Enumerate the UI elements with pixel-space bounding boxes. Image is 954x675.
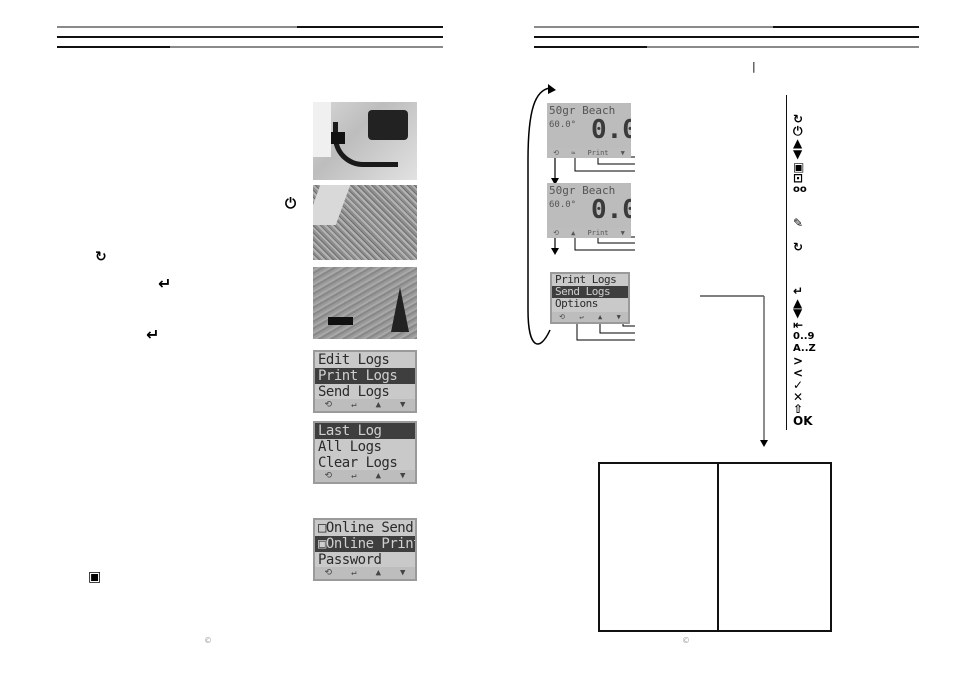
device-power-photo [313,185,417,260]
callout-3b [599,323,635,334]
enter-softkey-icon[interactable]: ↵ [351,567,356,579]
key-black [328,317,353,325]
header-rule-bottom-right [647,46,919,48]
softkey-bar: ⟲ ≈ Print ▼ [547,148,631,158]
lcd-logs-menu: Edit Logs Print Logs Send Logs ⟲ ↵ ▲ ▼ [313,350,417,413]
menu-item-send-logs[interactable]: Send Logs [315,384,415,400]
menu-softkey-icon[interactable]: ≈ [571,148,575,158]
ok-icon: OK [793,414,813,428]
down-arrow-icon: ▼ [793,147,803,161]
usb-adapter-photo [313,102,417,180]
menu-item-password[interactable]: Password [315,552,415,568]
enter-icon: ↵ [158,274,172,293]
header-rule-top-left [534,26,773,28]
softkey-bar: ⟲ ↵ ▲ ▼ [315,567,415,579]
down-softkey-icon[interactable]: ▼ [400,470,405,482]
device-edge [313,102,331,157]
down-softkey-icon[interactable]: ▼ [621,228,625,238]
hold-icon: ⊡ [793,171,804,185]
header-rule-top-right [773,26,919,28]
menu-item-online-send[interactable]: □Online Send [315,520,415,536]
print-softkey[interactable]: Print [587,228,608,238]
lcd-home-screen: 50gr Beach 60.0° 0.0 ⟲ ≈ Print ▼ [547,103,631,158]
lcd-reading: 0.0 [591,195,631,225]
copyright-mark: © [682,636,690,645]
menu-item-clear-logs[interactable]: Clear Logs [315,455,415,471]
numeric-icon: 0..9 [793,331,815,342]
device-keypad-photo [313,267,417,339]
photo-highlight [313,185,351,225]
lcd-print-logs-menu: Last Log All Logs Clear Logs ⟲ ↵ ▲ ▼ [313,421,417,484]
softkey-bar: ⟲ ▲ Print ▼ [547,228,631,238]
connector-arrowhead [760,440,768,447]
up-softkey-icon[interactable]: ▲ [571,228,575,238]
header-rule-middle [534,36,919,38]
up-softkey-icon[interactable]: ▲ [376,567,381,579]
copyright-mark: © [204,636,212,645]
adapter-plug [331,132,345,144]
back-icon: ↻ [95,249,107,265]
menu-item-print-logs[interactable]: Print Logs [315,368,415,384]
enter-softkey-icon[interactable]: ↵ [351,470,356,482]
backspace-icon: ⇤ [793,318,804,332]
enter-softkey-icon[interactable]: ↵ [579,312,583,322]
header-rule-top-left [57,26,297,28]
key-triangle [391,287,409,332]
header-rule-middle [57,36,443,38]
header-rule-top-right [297,26,443,28]
back-icon: ↻ [793,240,804,254]
up-softkey-icon[interactable]: ▲ [376,470,381,482]
glasses-icon: oo [793,184,807,195]
lcd-home-screen-alt: 50gr Beach 60.0° 0.0 ⟲ ▲ Print ▼ [547,183,631,238]
header-rule-bottom-right [170,46,443,48]
softkey-bar: ⟲ ↵ ▲ ▼ [552,312,628,322]
down-softkey-icon[interactable]: ▼ [621,148,625,158]
menu-item-last-log[interactable]: Last Log [315,423,415,439]
back-softkey-icon[interactable]: ⟲ [553,148,559,158]
up-softkey-icon[interactable]: ▲ [598,312,602,322]
lcd-main-menu: Print Logs Send Logs Options ⟲ ↵ ▲ ▼ [550,272,630,324]
lcd-temperature: 60.0° [549,200,577,210]
header-rule-bottom-left [534,46,647,48]
menu-item-edit-logs[interactable]: Edit Logs [315,352,415,368]
down-arrowhead-2 [551,248,559,255]
enter-icon: ↵ [146,325,160,344]
adapter-cable [333,122,398,167]
options-table [598,462,832,632]
menu-item-all-logs[interactable]: All Logs [315,439,415,455]
power-icon: ⏻ [285,196,297,212]
save-icon: ▣ [88,569,102,585]
down-softkey-icon[interactable]: ▼ [400,399,405,411]
loop-arrowhead [548,84,556,94]
header-mark: | [752,60,756,73]
header-rule-bottom-left [57,46,170,48]
back-softkey-icon[interactable]: ⟲ [325,470,333,482]
lcd-reading: 0.0 [591,115,631,145]
pencil-icon: ✎ [793,216,804,230]
lcd-options-menu: □Online Send ▣Online Print Password ⟲ ↵ … [313,518,417,581]
icon-legend-divider [786,95,787,430]
table-column-divider [717,464,719,630]
down-softkey-icon[interactable]: ▼ [617,312,621,322]
menu-item-options[interactable]: Options [552,298,628,310]
back-softkey-icon[interactable]: ⟲ [553,228,559,238]
back-softkey-icon[interactable]: ⟲ [559,312,565,322]
enter-softkey-icon[interactable]: ↵ [351,399,356,411]
softkey-bar: ⟲ ↵ ▲ ▼ [315,470,415,482]
lcd-temperature: 60.0° [549,120,577,130]
up-softkey-icon[interactable]: ▲ [376,399,381,411]
icon-legend: ↻ ⏻ ▲ ▼ ▣ ⊡ oo ✎ ↻ ↵ ▲ ▼ ⇤ 0..9 A..Z > <… [793,113,823,433]
back-softkey-icon[interactable]: ⟲ [325,567,333,579]
menu-item-online-print[interactable]: ▣Online Print [315,536,415,552]
print-softkey[interactable]: Print [587,148,608,158]
down-softkey-icon[interactable]: ▼ [400,567,405,579]
softkey-bar: ⟲ ↵ ▲ ▼ [315,399,415,411]
back-softkey-icon[interactable]: ⟲ [325,399,333,411]
